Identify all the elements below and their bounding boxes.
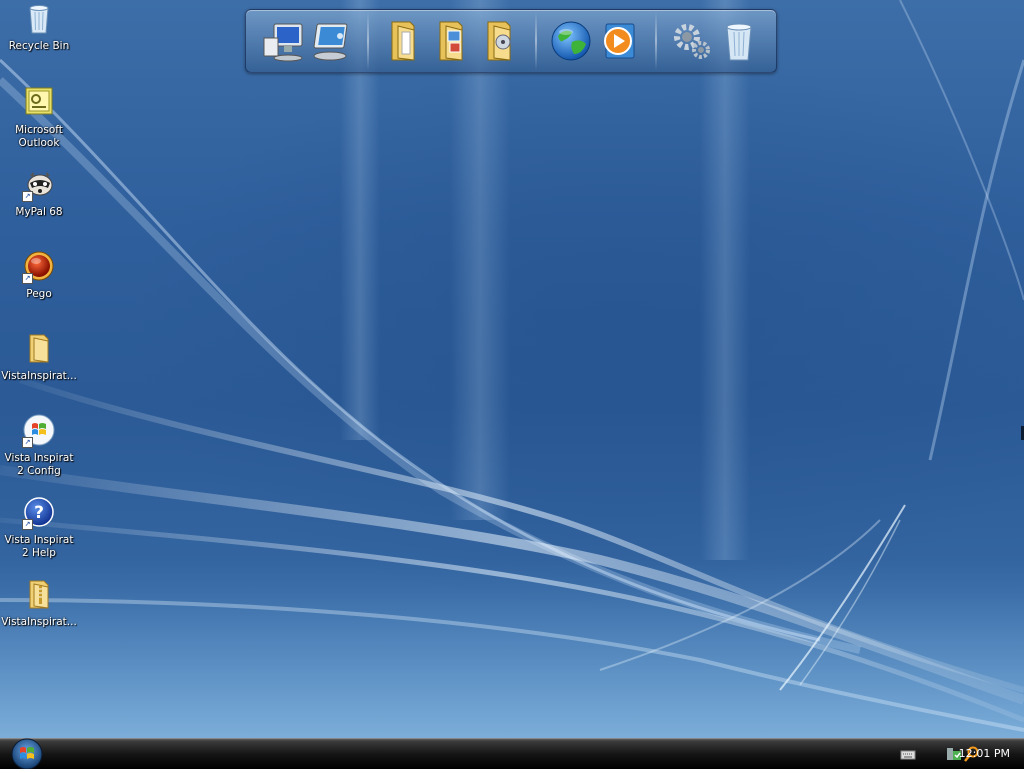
control-panel-display-icon [313,23,348,61]
dock-item-settings[interactable] [668,18,714,64]
desktop-icon-label: Microsoft Outlook [15,124,63,149]
desktop-icon-label: Recycle Bin [8,40,70,52]
recycle-bin-icon [22,2,56,36]
shortcut-arrow-icon: ↗ [22,191,33,202]
desktop-icon-label: VistaInspirat... [1,370,77,382]
zip-folder-icon [22,578,56,612]
clock[interactable]: 12:01 PM [959,747,1010,760]
desktop-icon-microsoft-outlook[interactable]: Microsoft Outlook [0,86,78,150]
dock-item-control-panel[interactable] [308,18,354,64]
svg-text:?: ? [34,503,44,523]
desktop-icon-label: Vista Inspirat 2 Config [4,452,74,477]
desktop[interactable]: Recycle Bin Microsoft Outlook ↗ MyPal 68 [0,0,1024,738]
dock-item-my-computer[interactable] [260,18,306,64]
desktop-icon-vista-inspirat-2-help[interactable]: ? ↗ Vista Inspirat 2 Help [0,496,78,560]
desktop-icon-label: Vista Inspirat 2 Help [4,534,74,559]
dock-toolbar [245,9,777,73]
dock-separator [367,12,369,70]
settings-gears-icon [674,24,710,59]
media-player-icon [604,23,635,59]
dock-item-music[interactable] [476,18,522,64]
pego-red-orb-icon: ↗ [22,250,56,284]
desktop-icon-recycle-bin[interactable]: Recycle Bin [0,2,78,53]
desktop-icon-mypal-68[interactable]: ↗ MyPal 68 [0,168,78,219]
windows-logo-icon: ↗ [22,414,56,448]
windows-start-orb-icon [11,738,43,770]
shortcut-arrow-icon: ↗ [22,273,33,284]
shortcut-arrow-icon: ↗ [22,519,33,530]
desktop-icon-label: VistaInspirat... [1,616,77,628]
pictures-folder-icon [439,21,463,61]
desktop-icon-label: MyPal 68 [15,206,63,218]
system-tray: 12:01 PM [874,739,1024,769]
documents-folder-icon [391,21,415,61]
dock-separator [655,12,657,70]
dock-separator [535,12,537,70]
help-icon: ? ↗ [22,496,56,530]
desktop-icon-pego[interactable]: ↗ Pego [0,250,78,301]
desktop-icon-vistainspirat-zip[interactable]: VistaInspirat... [0,578,78,629]
desktop-icon-label: Pego [26,288,52,300]
dock-item-media-player[interactable] [596,18,642,64]
recycle-bin-icon [726,23,752,61]
music-folder-icon [487,21,511,61]
mypal-raccoon-icon: ↗ [22,168,56,202]
folder-icon [22,332,56,366]
desktop-icon-vista-inspirat-2-config[interactable]: ↗ Vista Inspirat 2 Config [0,414,78,478]
dock-item-pictures[interactable] [428,18,474,64]
dock-item-recycle-bin[interactable] [716,18,762,64]
dock-item-internet[interactable] [548,18,594,64]
dock-item-documents[interactable] [380,18,426,64]
shortcut-arrow-icon: ↗ [22,437,33,448]
desktop-icon-vistainspirat-folder[interactable]: VistaInspirat... [0,332,78,383]
wallpaper-waves [0,0,1024,738]
my-computer-icon [263,23,303,62]
start-button[interactable] [8,737,46,770]
taskbar: 12:01 PM [0,737,1024,770]
outlook-icon [22,86,56,120]
keyboard-icon[interactable] [900,746,916,762]
internet-globe-icon [551,21,591,61]
